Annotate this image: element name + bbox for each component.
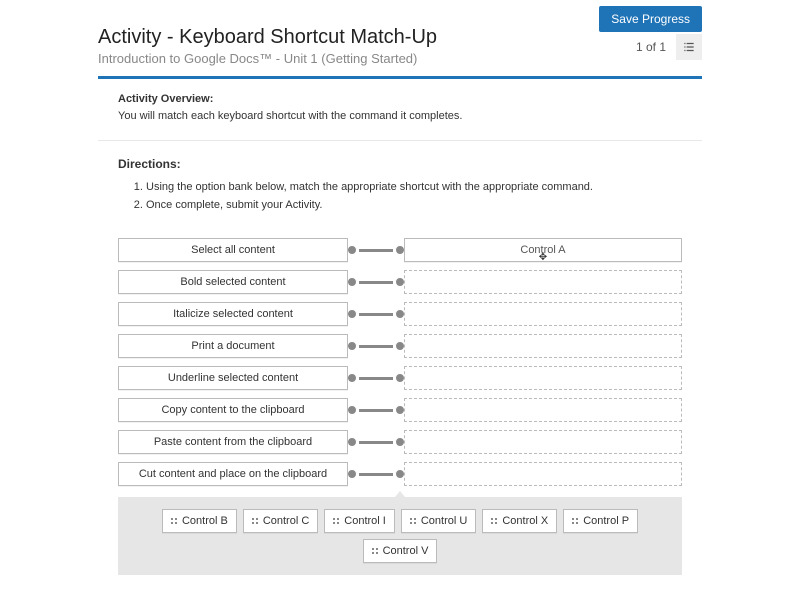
match-row: Copy content to the clipboard [118, 396, 682, 424]
command-card: Italicize selected content [118, 302, 348, 326]
match-row: Cut content and place on the clipboard [118, 460, 682, 488]
answer-dropzone[interactable] [404, 334, 682, 358]
answer-dropzone[interactable] [404, 398, 682, 422]
directions-item: Using the option bank below, match the a… [146, 179, 702, 197]
command-card: Bold selected content [118, 270, 348, 294]
drag-grip-icon [333, 518, 339, 524]
directions-heading: Directions: [118, 157, 702, 171]
option-chip-label: Control B [182, 515, 228, 527]
answer-dropzone[interactable] [404, 366, 682, 390]
option-bank: Control B Control C Control I Control U Cont… [118, 497, 682, 575]
connector [348, 366, 404, 390]
drag-grip-icon [372, 548, 378, 554]
page-subtitle: Introduction to Google Docs™ - Unit 1 (G… [98, 51, 702, 66]
match-row: Underline selected content [118, 364, 682, 392]
option-chip-label: Control X [502, 515, 548, 527]
connector [348, 398, 404, 422]
match-row: Select all content Control A✥ [118, 236, 682, 264]
answer-dropzone[interactable] [404, 270, 682, 294]
command-card: Print a document [118, 334, 348, 358]
connector [348, 270, 404, 294]
connector [348, 430, 404, 454]
bank-pointer [395, 491, 405, 497]
pager-text: 1 of 1 [636, 40, 666, 54]
drag-grip-icon [252, 518, 258, 524]
connector [348, 334, 404, 358]
option-chip-label: Control U [421, 515, 467, 527]
option-chip[interactable]: Control V [363, 539, 438, 563]
command-card: Paste content from the clipboard [118, 430, 348, 454]
answer-dropzone[interactable] [404, 430, 682, 454]
connector [348, 238, 404, 262]
command-card: Underline selected content [118, 366, 348, 390]
match-row: Italicize selected content [118, 300, 682, 328]
command-card: Cut content and place on the clipboard [118, 462, 348, 486]
drag-grip-icon [491, 518, 497, 524]
match-row: Print a document [118, 332, 682, 360]
option-chip-label: Control V [383, 545, 429, 557]
option-chip-label: Control C [263, 515, 309, 527]
answer-dropzone[interactable]: Control A✥ [404, 238, 682, 262]
match-row: Bold selected content [118, 268, 682, 296]
connector [348, 302, 404, 326]
list-view-button[interactable] [676, 34, 702, 60]
option-chip-label: Control I [344, 515, 386, 527]
drag-grip-icon [410, 518, 416, 524]
overview-text: You will match each keyboard shortcut wi… [118, 108, 702, 125]
drag-grip-icon [572, 518, 578, 524]
directions-list: Using the option bank below, match the a… [118, 179, 702, 214]
option-chip-label: Control P [583, 515, 629, 527]
connector [348, 462, 404, 486]
list-icon [682, 40, 696, 54]
match-row: Paste content from the clipboard [118, 428, 682, 456]
directions-item: Once complete, submit your Activity. [146, 197, 702, 215]
overview-heading: Activity Overview: [118, 91, 702, 108]
drag-grip-icon [171, 518, 177, 524]
command-card: Copy content to the clipboard [118, 398, 348, 422]
answer-dropzone[interactable] [404, 462, 682, 486]
cursor-icon: ✥ [539, 252, 547, 263]
page-title: Activity - Keyboard Shortcut Match-Up [98, 26, 702, 49]
answer-dropzone[interactable] [404, 302, 682, 326]
match-area: Select all content Control A✥ Bold selecte… [118, 236, 682, 488]
command-card: Select all content [118, 238, 348, 262]
